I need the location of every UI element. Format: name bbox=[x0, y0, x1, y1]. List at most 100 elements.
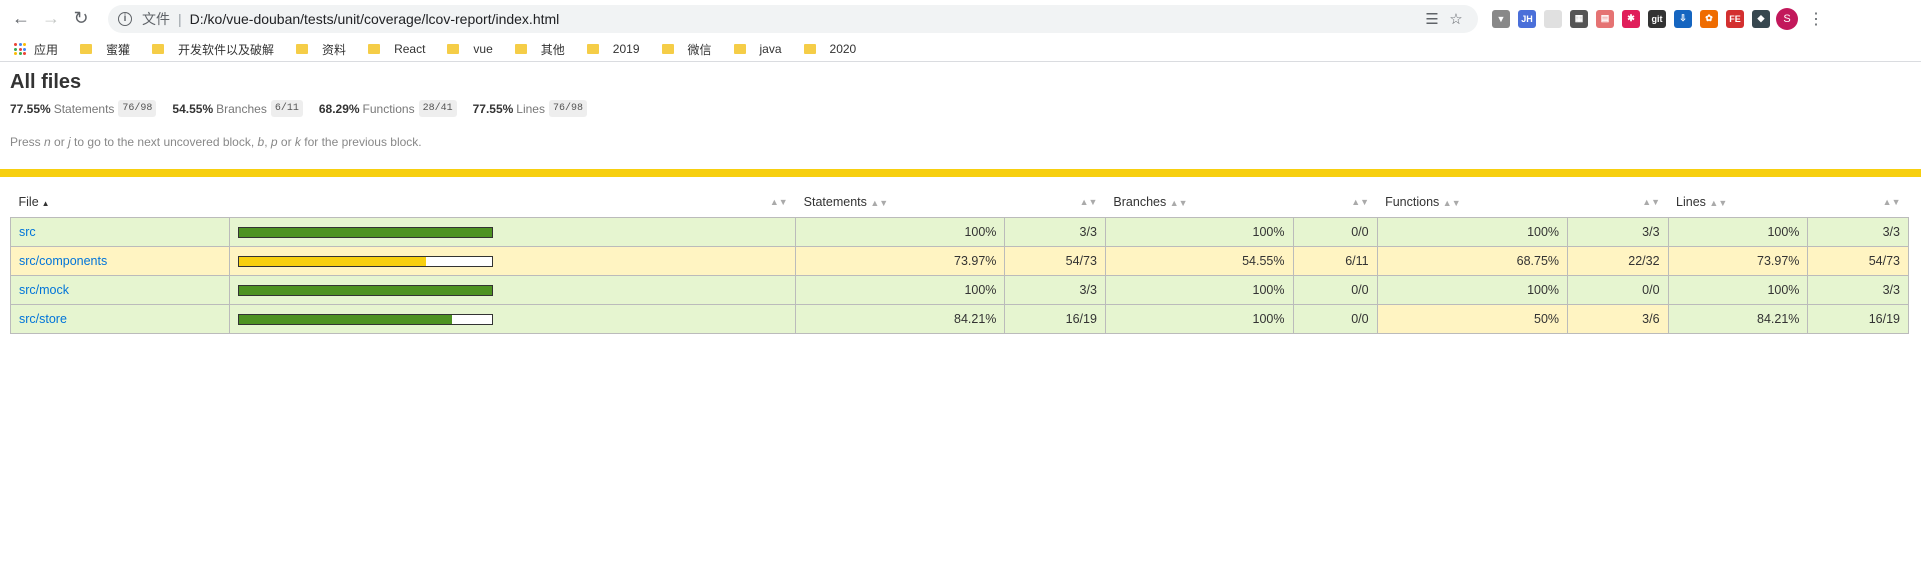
slack-icon[interactable]: ✱ bbox=[1622, 9, 1640, 28]
url-text[interactable]: D:/ko/vue-douban/tests/unit/coverage/lco… bbox=[190, 11, 1420, 27]
keyboard-hint: Press n or j to go to the next uncovered… bbox=[10, 135, 1911, 149]
folder-icon bbox=[152, 44, 165, 54]
file-cell: src/components bbox=[9, 246, 231, 276]
column-file-bar[interactable]: ▲▼ bbox=[230, 187, 796, 218]
coverage-bar-cell bbox=[229, 246, 797, 276]
file-link[interactable]: src/store bbox=[19, 312, 67, 326]
functions-fraction-cell: 3/3 bbox=[1567, 217, 1669, 247]
column-functions[interactable]: Functions ▲▼ bbox=[1377, 187, 1567, 218]
column-statements[interactable]: Statements ▲▼ bbox=[796, 187, 1005, 218]
column-file[interactable]: File ▲ bbox=[11, 187, 230, 218]
column-lines-raw[interactable]: ▲▼ bbox=[1808, 187, 1909, 218]
bookmark-star-icon[interactable]: ☆ bbox=[1444, 10, 1468, 28]
file-link[interactable]: src bbox=[19, 225, 36, 239]
coverage-bar-cell bbox=[229, 304, 797, 334]
column-lines[interactable]: Lines ▲▼ bbox=[1668, 187, 1808, 218]
lines-percent-cell: 73.97% bbox=[1667, 246, 1809, 276]
bookmark-label: 微信 bbox=[687, 42, 712, 57]
fe-helper-icon[interactable]: FE bbox=[1726, 9, 1744, 28]
lines-fraction-cell: 3/3 bbox=[1807, 275, 1909, 305]
info-icon[interactable]: i bbox=[118, 11, 132, 26]
folder-icon bbox=[514, 44, 527, 54]
hint-text: or bbox=[50, 135, 69, 149]
bookmark-folder[interactable]: 其他 bbox=[514, 41, 565, 58]
bookmark-apps[interactable]: 应用 bbox=[14, 41, 58, 58]
coverage-bar-cell bbox=[229, 217, 797, 247]
branches-fraction-cell: 0/0 bbox=[1292, 304, 1378, 334]
clip-extension-icon[interactable]: ▤ bbox=[1596, 9, 1614, 28]
folder-icon bbox=[733, 44, 746, 54]
apps-grid-icon bbox=[14, 43, 26, 55]
functions-fraction-cell: 22/32 bbox=[1567, 246, 1669, 276]
bookmark-folder[interactable]: 开发软件以及破解 bbox=[152, 41, 274, 58]
folder-icon bbox=[368, 44, 381, 54]
bookmark-folder[interactable]: 资料 bbox=[296, 41, 346, 58]
gitzip-icon[interactable]: git bbox=[1648, 9, 1666, 28]
file-cell: src/store bbox=[9, 304, 231, 334]
hint-text: , bbox=[264, 135, 271, 149]
folder-icon bbox=[80, 44, 93, 54]
reload-icon[interactable]: ↻ bbox=[66, 4, 96, 34]
back-arrow-icon[interactable]: ← bbox=[6, 4, 36, 34]
more-menu-icon[interactable]: ⋮ bbox=[1806, 9, 1826, 29]
metric-fraction: 76/98 bbox=[548, 100, 587, 117]
column-functions-raw[interactable]: ▲▼ bbox=[1568, 187, 1668, 218]
summary-metric: 77.55% Statements 76/98 bbox=[10, 100, 157, 117]
bookmark-label: React bbox=[394, 42, 426, 56]
metric-fraction: 76/98 bbox=[118, 100, 157, 117]
profile-avatar[interactable]: S bbox=[1776, 7, 1798, 30]
qr-code-icon[interactable]: ▦ bbox=[1570, 9, 1588, 28]
jh-extension-icon[interactable]: JH bbox=[1518, 9, 1536, 28]
bookmark-label: 2020 bbox=[829, 42, 857, 56]
coverage-bar-cell bbox=[229, 275, 797, 305]
file-link[interactable]: src/mock bbox=[19, 283, 69, 297]
metric-fraction: 28/41 bbox=[418, 100, 457, 117]
bookmark-folder[interactable]: 蜜獾 bbox=[80, 41, 130, 58]
folder-icon bbox=[586, 44, 599, 54]
summary-metric: 77.55% Lines 76/98 bbox=[473, 100, 587, 117]
coverage-bar-fill bbox=[239, 285, 493, 295]
column-statements-raw[interactable]: ▲▼ bbox=[1005, 187, 1105, 218]
sort-icon: ▲▼ bbox=[1882, 197, 1901, 207]
column-branches-raw[interactable]: ▲▼ bbox=[1293, 187, 1377, 218]
metric-label: Lines bbox=[516, 101, 545, 116]
branches-percent-cell: 100% bbox=[1104, 275, 1294, 305]
statements-percent-cell: 73.97% bbox=[795, 246, 1006, 276]
metric-percent: 77.55% bbox=[472, 101, 514, 116]
functions-fraction-cell: 3/6 bbox=[1567, 304, 1669, 334]
sort-icon: ▲▼ bbox=[1642, 197, 1661, 207]
file-link[interactable]: src/components bbox=[19, 254, 107, 268]
bird-extension-icon[interactable]: ◆ bbox=[1752, 9, 1770, 28]
bookmark-folder[interactable]: React bbox=[368, 42, 425, 56]
bookmark-folder[interactable]: vue bbox=[447, 42, 493, 56]
functions-percent-cell: 100% bbox=[1376, 217, 1569, 247]
save-extension-icon[interactable]: ⇩ bbox=[1674, 9, 1692, 28]
branches-percent-cell: 100% bbox=[1104, 304, 1294, 334]
functions-percent-cell: 100% bbox=[1376, 275, 1569, 305]
folder-icon bbox=[447, 44, 460, 54]
table-row: src/mock 100% 3/3 100% 0/0 100% 0/0 100% 3/3 bbox=[9, 275, 1909, 305]
forward-arrow-icon[interactable]: → bbox=[36, 4, 66, 34]
bookmark-folder[interactable]: 微信 bbox=[661, 41, 712, 58]
orange-extension-icon[interactable]: ✿ bbox=[1700, 9, 1718, 28]
table-header-row: File ▲ ▲▼ Statements ▲▼ ▲▼ Branches ▲▼ ▲▼… bbox=[11, 187, 1909, 218]
table-row: src/components 73.97% 54/73 54.55% 6/11 68.75… bbox=[9, 246, 1909, 276]
vuejs-icon[interactable]: ▼ bbox=[1492, 9, 1510, 28]
bookmark-folder[interactable]: 2020 bbox=[803, 42, 857, 56]
bookmark-folder[interactable]: 2019 bbox=[586, 42, 640, 56]
column-branches[interactable]: Branches ▲▼ bbox=[1105, 187, 1293, 218]
column-branches-label: Branches bbox=[1113, 195, 1167, 209]
column-statements-label: Statements bbox=[803, 195, 867, 209]
blank-extension-icon[interactable] bbox=[1544, 9, 1562, 28]
coverage-table: File ▲ ▲▼ Statements ▲▼ ▲▼ Branches ▲▼ ▲▼… bbox=[9, 187, 1909, 334]
metric-percent: 54.55% bbox=[172, 101, 214, 116]
lines-fraction-cell: 3/3 bbox=[1807, 217, 1909, 247]
address-bar[interactable]: i 文件 | D:/ko/vue-douban/tests/unit/cover… bbox=[108, 4, 1478, 33]
bookmark-folder[interactable]: java bbox=[733, 42, 782, 56]
functions-percent-cell: 50% bbox=[1376, 304, 1569, 334]
folder-icon bbox=[296, 44, 309, 54]
report-header: All files 77.55% Statements 76/98 54.55% Bra… bbox=[0, 71, 1921, 149]
bookmark-label: java bbox=[759, 42, 782, 56]
translate-icon[interactable]: ☰ bbox=[1420, 10, 1444, 28]
hint-text: to go to the next uncovered block, bbox=[70, 135, 258, 149]
